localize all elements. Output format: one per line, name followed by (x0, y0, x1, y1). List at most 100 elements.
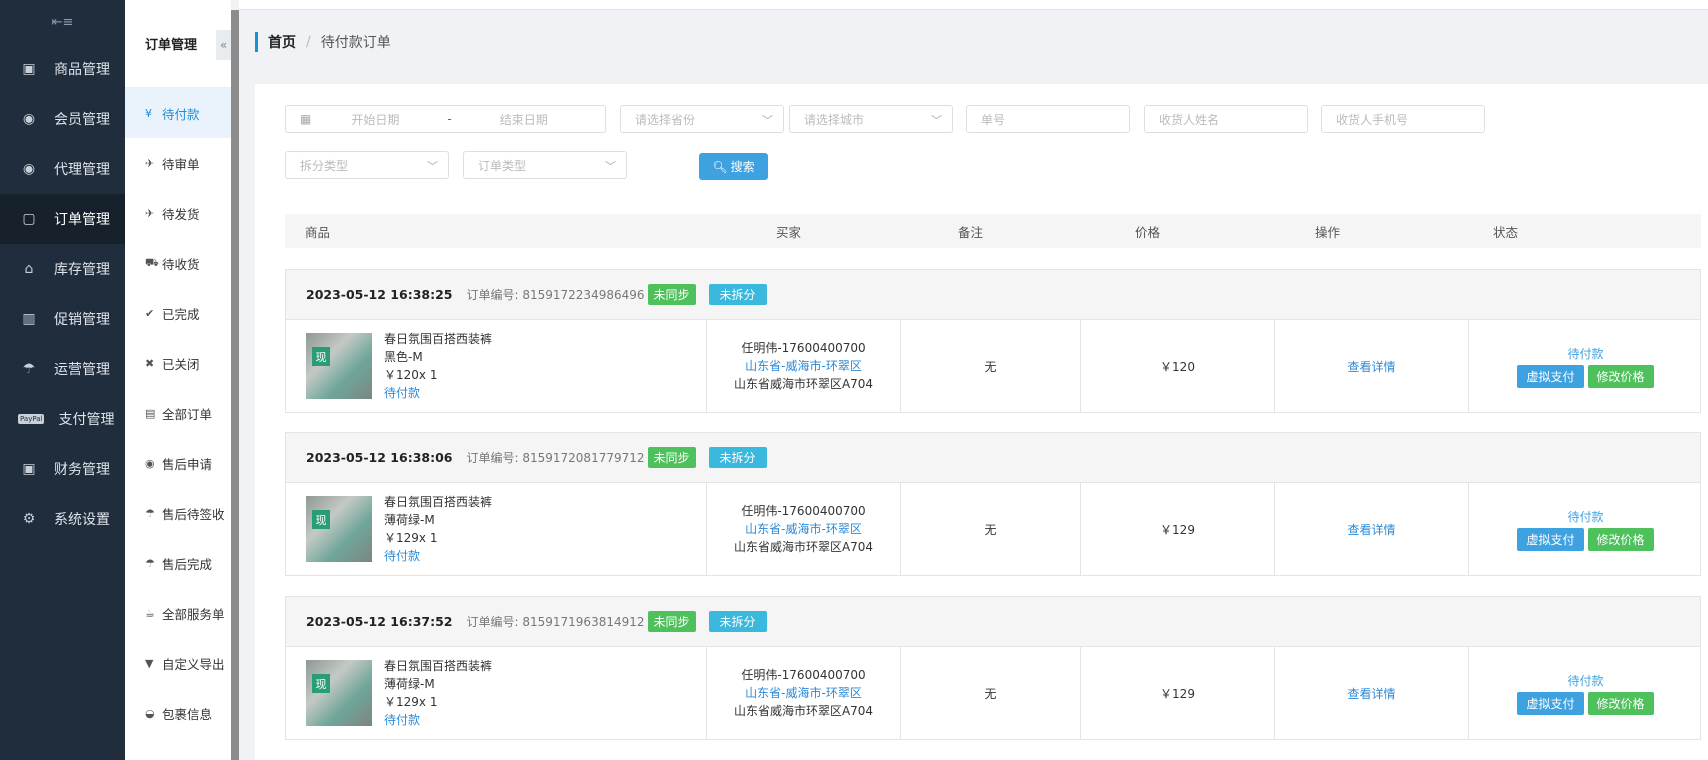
status-link[interactable]: 待付款 (1567, 345, 1603, 362)
order-time: 2023-05-12 16:38:06 (306, 450, 453, 465)
product-thumbnail[interactable]: 现 (306, 333, 372, 399)
edit-price-button[interactable]: 修改价格 (1587, 691, 1654, 715)
subnav-item-pending-ship[interactable]: ✈ 待发货 (125, 188, 231, 238)
subnav-item-after-sale-request[interactable]: ◉ 售后申请 (125, 438, 231, 488)
order-header: 2023-05-12 16:38:06 订单编号: 81591720817797… (286, 433, 1700, 483)
split-tag: 未拆分 (708, 611, 767, 632)
gift-icon: ▥ (22, 311, 36, 327)
nav-item-finance[interactable]: ▣ 财务管理 (0, 444, 125, 494)
search-button[interactable]: 🔍︎ 搜索 (699, 153, 768, 180)
chevron-down-icon: ﹀ (931, 114, 942, 127)
nav-item-promotion[interactable]: ▥ 促销管理 (0, 294, 125, 344)
nav-label: 系统设置 (54, 512, 110, 528)
product-cell: 现 春日氛围百搭西装裤 薄荷绿-M ￥129x 1 待付款 (286, 483, 707, 575)
order-header: 2023-05-12 16:38:25 订单编号: 81591722349864… (286, 270, 1700, 320)
nav-item-inventory[interactable]: ⌂ 库存管理 (0, 244, 125, 294)
subnav-item-completed[interactable]: ✔ 已完成 (125, 288, 231, 338)
city-select[interactable]: 请选择城市 ﹀ (789, 105, 953, 133)
product-pay-status-link[interactable]: 待付款 (384, 547, 492, 565)
buyer-region-link[interactable]: 山东省-威海市-环翠区 (745, 357, 862, 375)
inbox-icon: ◒ (145, 706, 155, 720)
subnav-item-all-orders[interactable]: ▤ 全部订单 (125, 388, 231, 438)
umbrella-icon: ☂ (145, 556, 155, 570)
edit-price-button[interactable]: 修改价格 (1587, 527, 1654, 551)
box-icon: ▣ (22, 61, 36, 77)
cup-icon: ☕ (145, 606, 155, 620)
order-card: 2023-05-12 16:38:06 订单编号: 81591720817797… (285, 432, 1701, 576)
buyer-cell: 任明伟-17600400700 山东省-威海市-环翠区 山东省威海市环翠区A70… (707, 320, 901, 412)
buyer-region-link[interactable]: 山东省-威海市-环翠区 (745, 520, 862, 538)
receiver-phone-input[interactable]: 收货人手机号 (1321, 105, 1485, 133)
nav-item-members[interactable]: ◉ 会员管理 (0, 94, 125, 144)
receiver-phone-placeholder: 收货人手机号 (1336, 112, 1409, 127)
virtual-pay-button[interactable]: 虚拟支付 (1517, 364, 1584, 388)
order-no-input[interactable]: 单号 (966, 105, 1130, 133)
subnav-label: 全部订单 (162, 406, 213, 422)
subnav-item-after-sale-done[interactable]: ☂ 售后完成 (125, 538, 231, 588)
subnav-item-after-sale-pending[interactable]: ☂ 售后待签收 (125, 488, 231, 538)
collapse-subnav-button[interactable]: « (216, 30, 231, 60)
status-link[interactable]: 待付款 (1567, 672, 1603, 689)
subnav-item-package-info[interactable]: ◒ 包裹信息 (125, 688, 231, 738)
price-cell: ￥129 (1081, 647, 1275, 739)
view-detail-link[interactable]: 查看详情 (1347, 358, 1395, 375)
order-type-select[interactable]: 订单类型 ﹀ (463, 151, 627, 179)
order-row: 现 春日氛围百搭西装裤 黑色-M ￥120x 1 待付款 任明伟-1760040… (286, 320, 1700, 412)
product-pay-status-link[interactable]: 待付款 (384, 384, 492, 402)
receiver-name-input[interactable]: 收货人姓名 (1144, 105, 1308, 133)
nav-item-agents[interactable]: ◉ 代理管理 (0, 144, 125, 194)
status-link[interactable]: 待付款 (1567, 508, 1603, 525)
virtual-pay-button[interactable]: 虚拟支付 (1517, 691, 1584, 715)
menu-fold-icon[interactable]: ⇤≡ (0, 0, 125, 44)
subnav-item-all-service[interactable]: ☕ 全部服务单 (125, 588, 231, 638)
buyer-region-link[interactable]: 山东省-威海市-环翠区 (745, 684, 862, 702)
nav-item-goods[interactable]: ▣ 商品管理 (0, 44, 125, 94)
nav-item-settings[interactable]: ⚙ 系统设置 (0, 494, 125, 544)
nav-label: 订单管理 (54, 212, 110, 228)
subnav-item-pending-payment[interactable]: ¥ 待付款 (125, 88, 231, 138)
subnav-item-custom-export[interactable]: ▼ 自定义导出 (125, 638, 231, 688)
subnav-item-pending-review[interactable]: ✈ 待审单 (125, 138, 231, 188)
subnav-label: 全部服务单 (162, 606, 225, 622)
status-buttons: 虚拟支付 修改价格 (1517, 691, 1654, 715)
virtual-pay-button[interactable]: 虚拟支付 (1517, 527, 1584, 551)
order-time: 2023-05-12 16:38:25 (306, 287, 453, 302)
primary-sidebar: ⇤≡ ▣ 商品管理 ◉ 会员管理 ◉ 代理管理 ▢ 订单管理 ⌂ 库存管理 ▥ … (0, 0, 125, 760)
note-cell: 无 (901, 483, 1081, 575)
province-placeholder: 请选择省份 (635, 112, 696, 127)
buyer-name: 任明伟-17600400700 (741, 504, 866, 518)
breadcrumb-home[interactable]: 首页 (268, 32, 296, 52)
product-thumbnail[interactable]: 现 (306, 660, 372, 726)
nav-label: 财务管理 (54, 462, 110, 478)
nav-item-payment[interactable]: PayPal 支付管理 (0, 394, 125, 444)
search-icon: 🔍︎ (712, 159, 728, 174)
subnav-item-closed[interactable]: ✖ 已关闭 (125, 338, 231, 388)
split-type-select[interactable]: 拆分类型 ﹀ (285, 151, 449, 179)
search-label: 搜索 (730, 160, 755, 174)
agent-icon: ◉ (22, 161, 36, 177)
product-pay-status-link[interactable]: 待付款 (384, 711, 492, 729)
product-thumbnail[interactable]: 现 (306, 496, 372, 562)
nav-label: 支付管理 (58, 412, 115, 428)
subnav-item-pending-receive[interactable]: ⛟ 待收货 (125, 238, 231, 288)
split-tag: 未拆分 (708, 284, 767, 305)
view-detail-link[interactable]: 查看详情 (1347, 685, 1395, 702)
nav-item-orders[interactable]: ▢ 订单管理 (0, 194, 125, 244)
subnav-label: 售后申请 (162, 456, 213, 472)
province-select[interactable]: 请选择省份 ﹀ (620, 105, 784, 133)
subnav-label: 待审单 (162, 156, 200, 172)
action-cell: 查看详情 (1275, 647, 1469, 739)
date-range-picker[interactable]: ▦ 开始日期 - 结束日期 (285, 105, 606, 133)
split-tag: 未拆分 (708, 447, 767, 468)
nav-item-operations[interactable]: ☂ 运营管理 (0, 344, 125, 394)
status-buttons: 虚拟支付 修改价格 (1517, 364, 1654, 388)
breadcrumb-separator: / (306, 34, 311, 50)
th-product: 商品 (305, 224, 331, 240)
view-detail-link[interactable]: 查看详情 (1347, 521, 1395, 538)
buyer-cell: 任明伟-17600400700 山东省-威海市-环翠区 山东省威海市环翠区A70… (707, 483, 901, 575)
cogs-icon: ⚙ (22, 511, 36, 527)
edit-price-button[interactable]: 修改价格 (1587, 364, 1654, 388)
start-date-placeholder: 开始日期 (351, 112, 400, 127)
user-icon: ◉ (22, 111, 36, 127)
price-cell: ￥129 (1081, 483, 1275, 575)
